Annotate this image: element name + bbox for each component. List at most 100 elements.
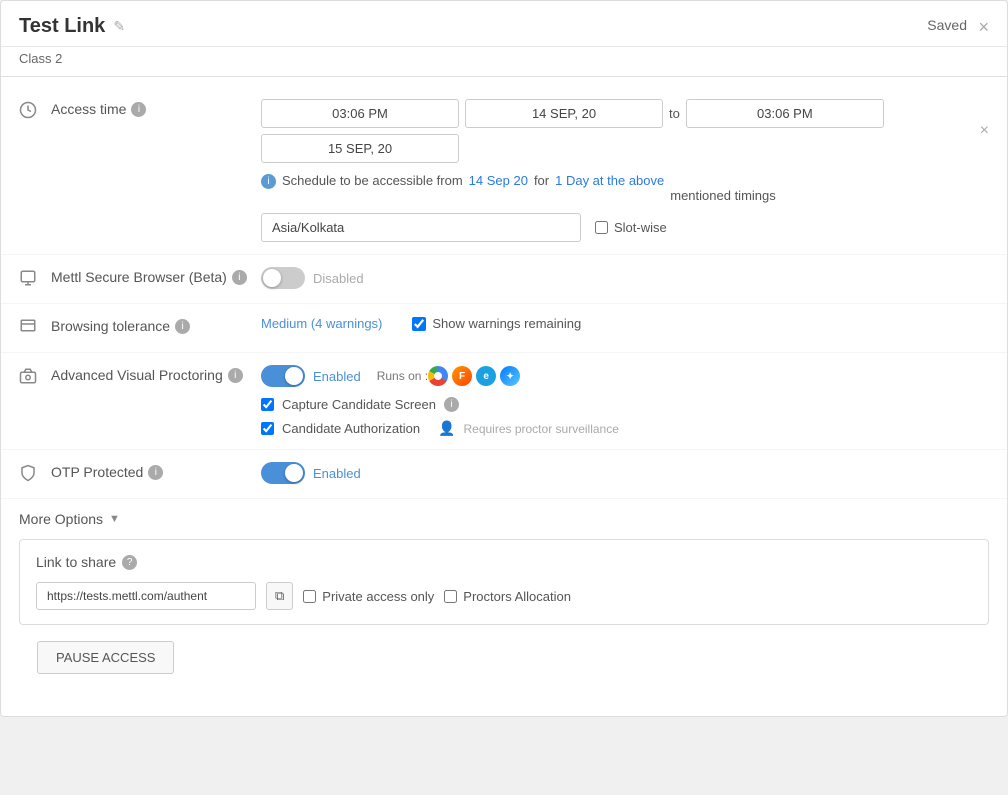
end-date-input[interactable]: [261, 134, 459, 163]
toggle-knob: [263, 269, 281, 287]
capture-screen-info-icon[interactable]: i: [444, 397, 459, 412]
panel-subtitle: Class 2: [1, 47, 1007, 76]
secure-browser-content: Disabled: [261, 267, 989, 289]
access-time-label: Access time i: [51, 99, 261, 117]
start-time-input[interactable]: [261, 99, 459, 128]
access-time-info-icon[interactable]: i: [131, 102, 146, 117]
browsing-tolerance-section: Browsing tolerance i Medium (4 warnings)…: [1, 304, 1007, 353]
slot-wise-checkbox-row: Slot-wise: [595, 220, 667, 235]
shield-icon: [19, 462, 51, 486]
browsing-icon: [19, 316, 51, 340]
browse-row: Medium (4 warnings) Show warnings remain…: [261, 316, 989, 331]
show-warnings-label: Show warnings remaining: [432, 316, 581, 331]
runs-on-label: Runs on :: [377, 369, 428, 383]
browsing-tolerance-label: Browsing tolerance i: [51, 316, 261, 334]
otp-status: Enabled: [313, 466, 361, 481]
secure-browser-info-icon[interactable]: i: [232, 270, 247, 285]
browser-icon-img: [19, 267, 51, 291]
pause-access-button[interactable]: PAUSE ACCESS: [37, 641, 174, 674]
toggle-knob: [285, 367, 303, 385]
access-time-section: Access time i to × i Schedule to be: [1, 87, 1007, 255]
show-warnings-row: Show warnings remaining: [412, 316, 581, 331]
secure-browser-label: Mettl Secure Browser (Beta) i: [51, 267, 261, 285]
clear-access-time-icon[interactable]: ×: [980, 122, 989, 140]
otp-toggle[interactable]: [261, 462, 305, 484]
chrome-icon: [428, 366, 448, 386]
secure-browser-toggle[interactable]: [261, 267, 305, 289]
avp-toggle[interactable]: [261, 365, 305, 387]
otp-toggle-row: Enabled: [261, 462, 989, 484]
pause-access-container: PAUSE ACCESS: [1, 641, 1007, 706]
link-url-input[interactable]: [36, 582, 256, 610]
link-input-row: ⧉ Private access only Proctors Allocatio…: [36, 582, 972, 610]
browser-icons: F e ✦: [428, 366, 520, 386]
timezone-input[interactable]: [261, 213, 581, 242]
schedule-info-icon: i: [261, 174, 276, 189]
start-date-input[interactable]: [465, 99, 663, 128]
schedule-info: i Schedule to be accessible from 14 Sep …: [261, 173, 861, 203]
time-inputs: to: [261, 99, 964, 163]
access-time-content: to × i Schedule to be accessible from 14…: [261, 99, 989, 242]
schedule-for: for: [534, 173, 549, 188]
capture-screen-row: Capture Candidate Screen i: [261, 397, 989, 412]
more-options-arrow: ▼: [109, 513, 120, 525]
show-warnings-checkbox[interactable]: [412, 317, 426, 331]
schedule-mentioned: mentioned timings: [670, 173, 776, 203]
otp-label: OTP Protected i: [51, 462, 261, 480]
more-options-label: More Options: [19, 511, 103, 527]
proctor-label: Requires proctor surveillance: [463, 422, 618, 436]
schedule-prefix: Schedule to be accessible from: [282, 173, 463, 188]
browsing-tolerance-content: Medium (4 warnings) Show warnings remain…: [261, 316, 989, 331]
panel-title: Test Link: [19, 15, 105, 38]
avp-toggle-row: Enabled Runs on : F e ✦: [261, 365, 989, 387]
browsing-tolerance-info-icon[interactable]: i: [175, 319, 190, 334]
private-access-row: Private access only: [303, 589, 434, 604]
clock-icon: [19, 99, 51, 123]
secure-browser-toggle-row: Disabled: [261, 267, 989, 289]
panel-header: Test Link ✎ Saved ×: [1, 1, 1007, 47]
avp-section: Advanced Visual Proctoring i Enabled Run…: [1, 353, 1007, 450]
copy-link-button[interactable]: ⧉: [266, 582, 293, 610]
ie-icon: e: [476, 366, 496, 386]
slot-wise-checkbox[interactable]: [595, 221, 608, 234]
capture-screen-label: Capture Candidate Screen: [282, 397, 436, 412]
proctors-allocation-label: Proctors Allocation: [463, 589, 571, 604]
browsing-tolerance-value[interactable]: Medium (4 warnings): [261, 316, 382, 331]
candidate-auth-label: Candidate Authorization: [282, 421, 420, 436]
firefox-icon: F: [452, 366, 472, 386]
avp-options: Capture Candidate Screen i Candidate Aut…: [261, 397, 989, 437]
end-time-input[interactable]: [686, 99, 884, 128]
avp-info-icon[interactable]: i: [228, 368, 243, 383]
link-share-title: Link to share ?: [36, 554, 972, 570]
slot-wise-label: Slot-wise: [614, 220, 667, 235]
link-share-section: Link to share ? ⧉ Private access only Pr…: [19, 539, 989, 625]
otp-info-icon[interactable]: i: [148, 465, 163, 480]
otp-section: OTP Protected i Enabled: [1, 450, 1007, 499]
link-share-info-icon[interactable]: ?: [122, 555, 137, 570]
avp-label: Advanced Visual Proctoring i: [51, 365, 261, 383]
proctor-surveillance-icon: 👤: [438, 420, 455, 437]
secure-browser-status: Disabled: [313, 271, 364, 286]
edit-icon[interactable]: ✎: [113, 18, 125, 35]
candidate-auth-checkbox[interactable]: [261, 422, 274, 435]
avp-content: Enabled Runs on : F e ✦: [261, 365, 989, 437]
toggle-knob: [285, 464, 303, 482]
safari-icon: ✦: [500, 366, 520, 386]
capture-screen-checkbox[interactable]: [261, 398, 274, 411]
schedule-duration-link[interactable]: 1 Day at the above: [555, 173, 664, 188]
otp-content: Enabled: [261, 462, 989, 484]
to-label: to: [669, 106, 680, 121]
private-access-checkbox[interactable]: [303, 590, 316, 603]
panel-body: Access time i to × i Schedule to be: [1, 77, 1007, 716]
more-options-row[interactable]: More Options ▼: [1, 499, 1007, 539]
schedule-date-link[interactable]: 14 Sep 20: [469, 173, 528, 188]
saved-label: Saved: [927, 17, 967, 33]
proctors-allocation-checkbox[interactable]: [444, 590, 457, 603]
candidate-auth-row: Candidate Authorization 👤 Requires proct…: [261, 420, 989, 437]
close-icon[interactable]: ×: [978, 18, 989, 36]
timezone-row: Slot-wise: [261, 213, 989, 242]
avp-status: Enabled: [313, 369, 361, 384]
proctors-allocation-row: Proctors Allocation: [444, 589, 571, 604]
private-access-label: Private access only: [322, 589, 434, 604]
camera-icon: [19, 365, 51, 389]
